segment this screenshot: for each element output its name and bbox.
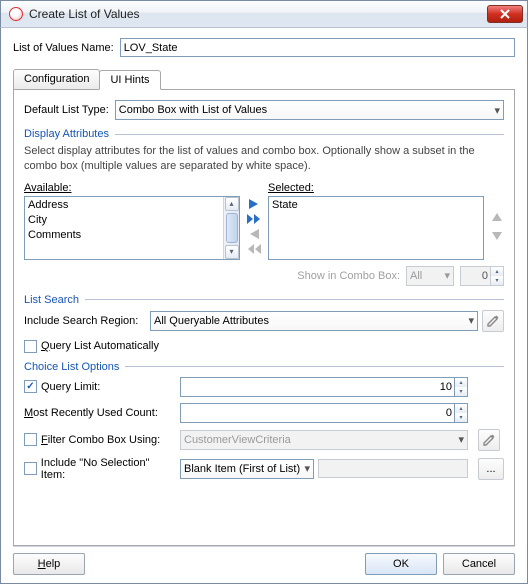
section-choice-list-label: Choice List Options [24,361,119,373]
tab-bar: Configuration UI Hints [13,69,515,90]
move-right-button[interactable] [246,198,262,210]
section-choice-list: Choice List Options [24,361,504,373]
show-in-combo-value: All [410,270,422,282]
selected-label: Selected: [268,182,484,194]
show-in-combo-label: Show in Combo Box: [297,270,400,282]
app-icon [9,7,23,21]
include-search-region-label: Include Search Region: [24,315,144,327]
edit-filter-button[interactable] [478,429,500,451]
mru-input[interactable] [181,404,454,422]
order-buttons [490,182,504,260]
title-bar: Create List of Values [0,0,528,28]
available-label: Available: [24,182,240,194]
list-item[interactable]: State [272,198,480,213]
no-select-label: Include "No Selection" Item: [41,457,174,481]
filter-row: Filter Combo Box Using: [24,433,174,446]
ok-button[interactable]: OK [365,553,437,575]
available-area: Available: Address City Comments ▴ ▾ [24,182,240,260]
spin-up-icon: ▴ [491,267,503,276]
query-limit-spinner[interactable]: ▴▾ [180,377,468,397]
lov-name-input[interactable] [120,38,515,57]
section-list-search: List Search [24,294,504,306]
scroll-thumb[interactable] [226,213,238,243]
mru-spinner[interactable]: ▴▾ [180,403,468,423]
show-in-combo-select: All ▾ [406,266,454,286]
query-limit-row: ✓ Query Limit: [24,380,174,393]
query-limit-label: Query Limit: [41,381,100,393]
lov-name-row: List of Values Name: [13,38,515,57]
edit-search-region-button[interactable] [482,310,504,332]
available-scrollbar[interactable]: ▴ ▾ [223,197,239,259]
move-down-button[interactable] [490,228,504,242]
move-up-button[interactable] [490,211,504,225]
include-search-region-row: Include Search Region: All Queryable Att… [24,310,504,332]
no-select-row: Include "No Selection" Item: [24,457,174,481]
chevron-down-icon: ▾ [468,314,474,327]
choice-list-grid: ✓ Query Limit: ▴▾ Most Recently Used Cou… [24,377,504,481]
dialog-footer: Help OK Cancel [13,546,515,575]
move-all-left-button[interactable] [246,243,262,255]
list-item[interactable]: City [28,213,220,228]
selected-list-items: State [269,197,483,259]
query-limit-input[interactable] [181,378,454,396]
filter-checkbox[interactable] [24,433,37,446]
selected-list[interactable]: State [268,196,484,260]
chevron-down-icon: ▾ [458,433,464,446]
query-auto-checkbox[interactable] [24,340,37,353]
list-item[interactable]: Address [28,198,220,213]
query-auto-label: Query List Automatically [41,340,159,352]
available-list-items: Address City Comments [25,197,223,259]
query-auto-row: Query List Automatically [24,340,504,353]
section-display-attributes: Display Attributes [24,128,504,140]
scroll-up-icon[interactable]: ▴ [225,197,239,211]
spin-down-icon: ▾ [491,276,503,285]
default-list-type-select[interactable]: Combo Box with List of Values ▾ [115,100,504,120]
tab-configuration[interactable]: Configuration [13,69,100,89]
no-select-more-button[interactable]: ... [478,458,504,480]
chevron-down-icon: ▾ [444,269,450,282]
move-left-button[interactable] [246,228,262,240]
filter-select: CustomerViewCriteria ▾ [180,430,468,450]
section-list-search-label: List Search [24,294,79,306]
shuttle: Available: Address City Comments ▴ ▾ [24,182,504,260]
uihints-content: Default List Type: Combo Box with List o… [13,90,515,546]
show-in-combo-spinner: ▴▾ [460,266,504,286]
chevron-down-icon: ▾ [494,104,500,117]
spin-up-icon[interactable]: ▴ [455,378,467,387]
window-title: Create List of Values [29,7,487,21]
show-in-combo-count [461,267,490,285]
close-button[interactable] [487,5,523,23]
filter-select-value: CustomerViewCriteria [184,434,291,446]
help-button[interactable]: Help [13,553,85,575]
available-list[interactable]: Address City Comments ▴ ▾ [24,196,240,260]
default-list-type-value: Combo Box with List of Values [119,104,267,116]
tab-uihints[interactable]: UI Hints [99,70,160,90]
move-all-right-button[interactable] [246,213,262,225]
chevron-down-icon: ▾ [304,462,310,475]
shuttle-buttons [246,182,262,260]
selected-area: Selected: State [268,182,484,260]
include-search-region-value: All Queryable Attributes [154,315,269,327]
spin-down-icon[interactable]: ▾ [455,413,467,422]
list-item[interactable]: Comments [28,228,220,243]
query-limit-checkbox[interactable]: ✓ [24,380,37,393]
spin-up-icon[interactable]: ▴ [455,404,467,413]
section-display-attributes-label: Display Attributes [24,128,109,140]
lov-name-label: List of Values Name: [13,42,114,54]
mru-label: Most Recently Used Count: [24,407,174,419]
include-search-region-select[interactable]: All Queryable Attributes ▾ [150,311,478,331]
cancel-button[interactable]: Cancel [443,553,515,575]
scroll-down-icon[interactable]: ▾ [225,245,239,259]
default-list-type-label: Default List Type: [24,104,109,116]
no-select-select[interactable]: Blank Item (First of List) ▾ [180,459,314,479]
display-attributes-hint: Select display attributes for the list o… [24,144,504,174]
no-select-checkbox[interactable] [24,462,37,475]
spin-down-icon[interactable]: ▾ [455,387,467,396]
no-select-value: Blank Item (First of List) [184,463,300,475]
show-in-combo-row: Show in Combo Box: All ▾ ▴▾ [24,266,504,286]
no-select-text-input [318,459,468,478]
dialog-body: List of Values Name: Configuration UI Hi… [0,28,528,584]
default-list-type-row: Default List Type: Combo Box with List o… [24,100,504,120]
filter-label: Filter Combo Box Using: [41,434,160,446]
